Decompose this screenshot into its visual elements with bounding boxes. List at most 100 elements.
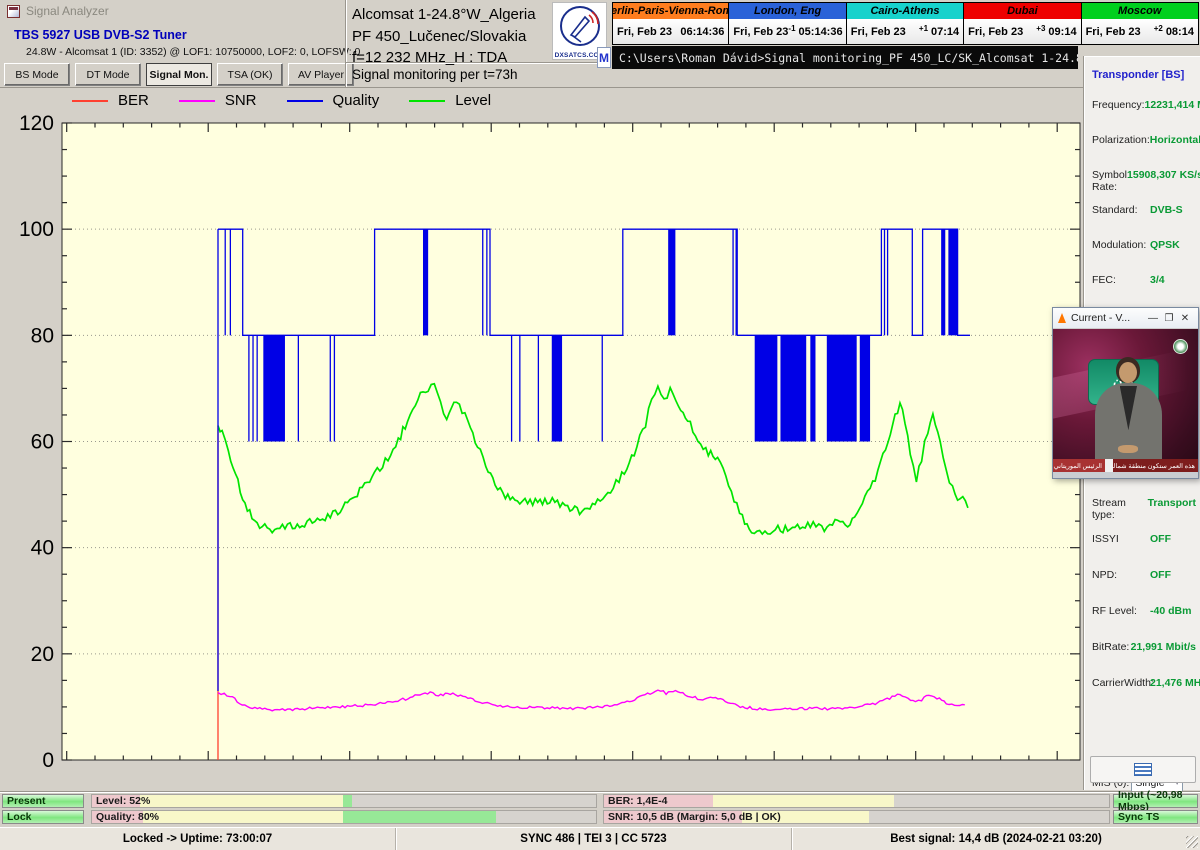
legend-item-snr: SNR <box>179 92 257 109</box>
resize-grip[interactable] <box>1186 836 1198 848</box>
transponder-field: FEC:3/4 <box>1092 274 1196 286</box>
progress-quality: Quality: 80% <box>91 810 597 824</box>
clock-time-row: Fri, Feb 23+208:14 <box>1082 19 1198 44</box>
legend-item-level: Level <box>409 92 491 109</box>
tab-tsa-ok-[interactable]: TSA (OK) <box>217 63 283 86</box>
bar-segment-yellow <box>713 795 894 807</box>
field-value: 3/4 <box>1150 274 1165 286</box>
field-value: OFF <box>1150 569 1171 581</box>
status-box-right-0: Input (~20,98 Mbps) <box>1113 794 1198 808</box>
console-bar[interactable]: C:\Users\Roman Dávid>Signal monitoring_P… <box>612 46 1078 69</box>
field-label: Stream type: <box>1092 497 1148 521</box>
clock-london-eng: London, Eng Fri, Feb 23-1 05:14:36 <box>729 2 846 45</box>
field-value: 21,476 MHz <box>1150 677 1200 689</box>
legend-swatch <box>179 100 215 102</box>
field-value: Horizontal <box>1150 134 1200 146</box>
transponder-field: Modulation:QPSK <box>1092 239 1196 251</box>
chart-canvas: 020406080100120 <box>0 88 1083 793</box>
legend-swatch <box>409 100 445 102</box>
legend-swatch <box>72 100 108 102</box>
legend-item-ber: BER <box>72 92 149 109</box>
progress-level: Level: 52% <box>91 794 597 808</box>
clock-date: Fri, Feb 23 <box>851 26 919 38</box>
clock-utc-offset: +1 <box>919 24 928 33</box>
progress-snr-label: SNR: 10,5 dB (Margin: 5,0 dB | OK) <box>608 811 781 823</box>
vlc-minimize-button[interactable]: — <box>1145 313 1161 324</box>
status-box-right-1: Sync TS <box>1113 810 1198 824</box>
vlc-video-area[interactable]: الآن هذه العمر ستكون منطقة شمالي ويسير ت… <box>1053 329 1198 478</box>
field-label: NPD: <box>1092 569 1150 581</box>
statusbar-cell-1: SYNC 486 | TEI 3 | CC 5723 <box>396 828 792 850</box>
svg-text:100: 100 <box>19 218 54 241</box>
transponder-field: RF Level:-40 dBm <box>1092 605 1196 617</box>
mode-tabs: BS ModeDT ModeSignal Mon.TSA (OK)AV Play… <box>4 63 354 87</box>
field-label: CarrierWidth: <box>1092 677 1150 689</box>
app-icon <box>7 5 20 18</box>
ticker-separator <box>1105 459 1113 472</box>
tuner-details: 24.8W - Alcomsat 1 (ID: 3352) @ LOF1: 10… <box>26 46 360 58</box>
field-value: QPSK <box>1150 239 1180 251</box>
clock-city: Dubai <box>964 3 1080 19</box>
field-label: Standard: <box>1092 204 1150 216</box>
presenter-hands <box>1118 445 1138 453</box>
clock-utc-offset: +3 <box>1036 24 1045 33</box>
vlc-maximize-button[interactable]: ❐ <box>1161 313 1177 324</box>
export-icon <box>1134 763 1152 776</box>
field-label: RF Level: <box>1092 605 1150 617</box>
news-ticker: هذه العمر ستكون منطقة شمالي ويسير تبادل … <box>1053 459 1198 472</box>
clock-utc-offset: -1 <box>788 24 795 33</box>
transponder-field: Symbol Rate:15908,307 KS/s <box>1092 169 1196 193</box>
vlc-cone-icon <box>1058 313 1066 323</box>
bar-segment-yellow <box>140 795 343 807</box>
svg-text:40: 40 <box>31 537 54 560</box>
console-text: C:\Users\Roman Dávid>Signal monitoring_P… <box>619 51 1078 65</box>
clock-city: Moscow <box>1082 3 1198 19</box>
clock-time: 05:14:36 <box>799 26 843 38</box>
ticker-left-text: هذه العمر ستكون منطقة شمالي ويسير تبادل <box>1113 459 1198 472</box>
clock-time-row: Fri, Feb 23+107:14 <box>847 19 963 44</box>
vlc-close-button[interactable]: ✕ <box>1177 313 1193 324</box>
statusbar-cell-0: Locked -> Uptime: 73:00:07 <box>0 828 396 850</box>
transponder-field: CarrierWidth:21,476 MHz <box>1092 677 1196 689</box>
field-label: Polarization: <box>1092 134 1150 146</box>
satellite-dish-icon <box>559 5 601 47</box>
tab-dt-mode[interactable]: DT Mode <box>75 63 141 86</box>
legend-label: SNR <box>225 92 257 109</box>
minimized-window-badge[interactable]: M <box>597 47 611 68</box>
clock-date: Fri, Feb 23 <box>968 26 1036 38</box>
field-value: Transport <box>1148 497 1196 521</box>
legend-swatch <box>287 100 323 102</box>
transponder-field: Stream type:Transport <box>1092 497 1196 521</box>
tab-signal-mon-[interactable]: Signal Mon. <box>146 63 212 86</box>
panel-export-button[interactable] <box>1090 756 1196 783</box>
tuner-name: TBS 5927 USB DVB-S2 Tuner <box>14 28 187 42</box>
signal-chart: BERSNRQualityLevel 020406080100120 <box>0 88 1083 793</box>
status-bar: Locked -> Uptime: 73:00:07SYNC 486 | TEI… <box>0 827 1200 850</box>
progress-quality-label: Quality: 80% <box>96 811 159 823</box>
transponder-field: BitRate:21,991 Mbit/s <box>1092 641 1196 653</box>
transponder-field: Polarization:Horizontal <box>1092 134 1196 146</box>
ticker-under-strip <box>1053 472 1198 478</box>
svg-text:20: 20 <box>31 643 54 666</box>
chart-legend: BERSNRQualityLevel <box>72 92 491 109</box>
field-label: ISSYI <box>1092 533 1150 545</box>
session-line-duration: Signal monitoring per t=73h <box>352 67 517 82</box>
field-label: Modulation: <box>1092 239 1150 251</box>
vlc-window[interactable]: Current - V... — ❐ ✕ الآن هذه العمر ستكو… <box>1052 307 1199 479</box>
clock-date: Fri, Feb 23 <box>1086 26 1154 38</box>
vlc-title-bar[interactable]: Current - V... — ❐ ✕ <box>1053 308 1198 329</box>
clock-time-row: Fri, Feb 23-1 05:14:36 <box>729 19 845 44</box>
clock-time-row: Fri, Feb 23+309:14 <box>964 19 1080 44</box>
transponder-field: NPD:OFF <box>1092 569 1196 581</box>
tab-bs-mode[interactable]: BS Mode <box>4 63 70 86</box>
transponder-panel-title: Transponder [BS] <box>1092 69 1184 81</box>
transponder-field: ISSYIOFF <box>1092 533 1196 545</box>
progress-snr: SNR: 10,5 dB (Margin: 5,0 dB | OK) <box>603 810 1110 824</box>
ticker-right-text: الرئيس الموريتاني يتلقى <box>1053 459 1105 472</box>
clock-city: London, Eng <box>729 3 845 19</box>
clock-time: 06:14:36 <box>680 26 724 38</box>
field-value: -40 dBm <box>1150 605 1191 617</box>
field-label: Frequency: <box>1092 99 1145 111</box>
clock-date: Fri, Feb 23 <box>733 26 788 38</box>
clock-city: Berlin-Paris-Vienna-Roma <box>613 3 728 19</box>
